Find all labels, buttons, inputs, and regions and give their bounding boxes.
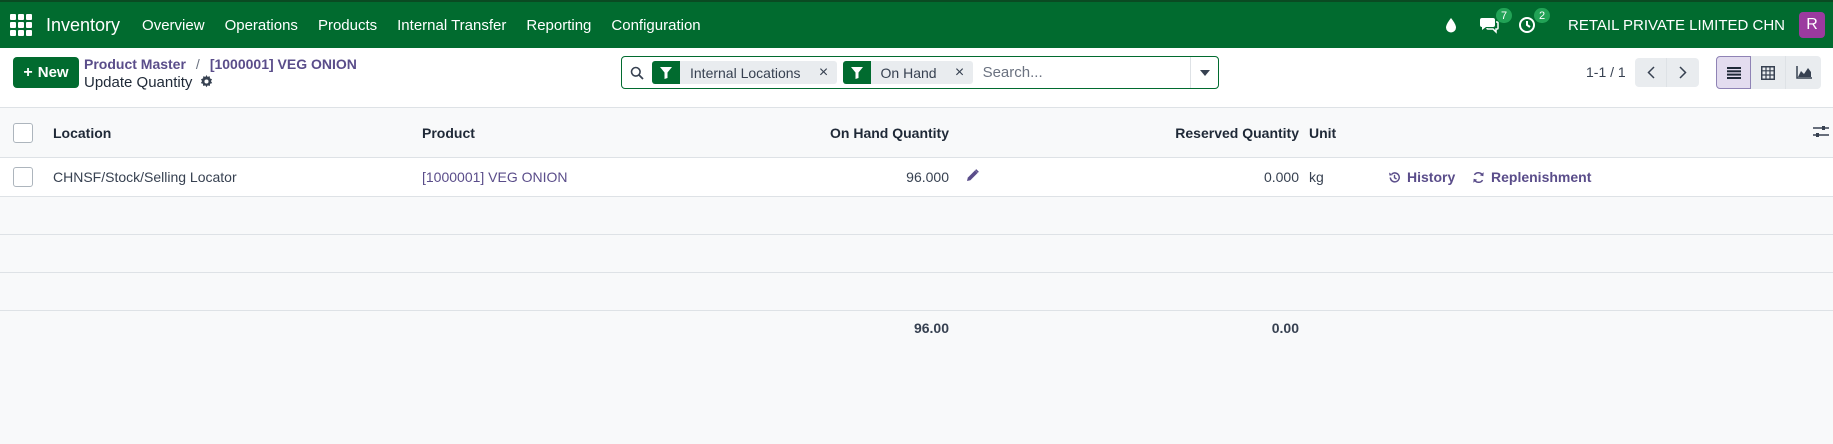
column-header-on-hand[interactable]: On Hand Quantity — [830, 125, 949, 141]
breadcrumb: Product Master / [1000001] VEG ONION Upd… — [84, 56, 357, 91]
search-input[interactable] — [978, 57, 1190, 88]
cell-reserved: 0.000 — [1263, 169, 1299, 185]
empty-row — [0, 197, 1833, 235]
menu-overview[interactable]: Overview — [142, 17, 205, 34]
total-on-hand: 96.00 — [913, 319, 949, 336]
facet-remove-icon[interactable]: × — [946, 61, 973, 84]
menu-operations[interactable]: Operations — [225, 17, 298, 34]
page-title: Update Quantity — [84, 74, 193, 91]
top-navbar: Inventory Overview Operations Products I… — [0, 0, 1833, 48]
clock-icon[interactable]: 2 — [1516, 8, 1551, 36]
table-row[interactable]: CHNSF/Stock/Selling Locator [1000001] VE… — [0, 158, 1833, 197]
table-totals-row: 96.00 0.00 — [0, 311, 1833, 344]
facet-internal-locations: Internal Locations × — [652, 61, 837, 84]
activities-badge: 2 — [1534, 8, 1551, 23]
filter-icon — [652, 61, 680, 84]
breadcrumb-separator: / — [195, 56, 200, 72]
pager-value[interactable]: 1-1 / 1 — [1586, 64, 1626, 80]
cell-unit: kg — [1309, 169, 1324, 185]
search-options-chevron-down-icon[interactable] — [1190, 57, 1218, 88]
breadcrumb-product[interactable]: [1000001] VEG ONION — [210, 56, 357, 72]
menu-internal-transfer[interactable]: Internal Transfer — [397, 17, 506, 34]
menu-products[interactable]: Products — [318, 17, 377, 34]
pager-buttons — [1635, 58, 1699, 87]
replenishment-button[interactable]: Replenishment — [1472, 169, 1591, 185]
new-button[interactable]: + New — [13, 57, 79, 88]
column-header-location[interactable]: Location — [53, 125, 111, 141]
company-switcher[interactable]: RETAIL PRIVATE LIMITED CHN — [1568, 17, 1785, 34]
chat-icon[interactable]: 7 — [1478, 8, 1513, 36]
search-bar: Internal Locations × On Hand × — [621, 56, 1219, 89]
total-reserved: 0.00 — [1271, 319, 1299, 336]
empty-row — [0, 273, 1833, 311]
refresh-icon — [1473, 171, 1484, 183]
pencil-icon[interactable] — [966, 169, 979, 185]
column-header-reserved[interactable]: Reserved Quantity — [1175, 125, 1299, 141]
breadcrumb-product-master[interactable]: Product Master — [84, 56, 186, 72]
history-label: History — [1407, 169, 1456, 185]
filter-icon — [842, 61, 871, 84]
facet-label: On Hand — [870, 61, 947, 84]
plus-icon: + — [23, 63, 33, 81]
main-menu: Overview Operations Products Internal Tr… — [142, 17, 721, 34]
list-table: Location Product On Hand Quantity Reserv… — [0, 108, 1833, 444]
select-all-checkbox[interactable] — [13, 122, 33, 143]
menu-reporting[interactable]: Reporting — [526, 17, 591, 34]
column-header-product[interactable]: Product — [422, 125, 475, 141]
messages-badge: 7 — [1496, 8, 1513, 23]
replenishment-label: Replenishment — [1491, 169, 1592, 185]
chevron-left-icon[interactable] — [1635, 58, 1667, 87]
cell-on-hand[interactable]: 96.000 — [906, 169, 949, 185]
control-panel: + New Product Master / [1000001] VEG ONI… — [0, 48, 1833, 108]
view-switcher — [1716, 56, 1821, 89]
facet-on-hand: On Hand × — [842, 61, 973, 84]
list-view-icon[interactable] — [1716, 56, 1751, 89]
history-icon — [1389, 171, 1400, 183]
pivot-view-icon[interactable] — [1751, 56, 1786, 89]
chevron-right-icon[interactable] — [1667, 58, 1699, 87]
apps-grid-icon[interactable] — [10, 14, 32, 36]
empty-row — [0, 235, 1833, 273]
cell-location: CHNSF/Stock/Selling Locator — [53, 169, 237, 185]
facet-remove-icon[interactable]: × — [810, 61, 837, 84]
table-header-row: Location Product On Hand Quantity Reserv… — [0, 108, 1833, 158]
graph-view-icon[interactable] — [1786, 56, 1821, 89]
menu-configuration[interactable]: Configuration — [611, 17, 700, 34]
column-header-unit[interactable]: Unit — [1309, 125, 1336, 141]
gear-icon[interactable] — [200, 74, 213, 91]
app-brand[interactable]: Inventory — [46, 15, 120, 36]
cell-product-link[interactable]: [1000001] VEG ONION — [422, 169, 568, 185]
optional-columns-sliders-icon[interactable] — [1813, 124, 1829, 141]
navbar-systray: 7 2 RETAIL PRIVATE LIMITED CHN R — [1424, 2, 1825, 48]
droplet-icon[interactable] — [1440, 14, 1462, 36]
history-button[interactable]: History — [1388, 169, 1455, 185]
user-avatar[interactable]: R — [1799, 12, 1825, 38]
new-button-label: New — [37, 64, 69, 81]
row-checkbox[interactable] — [13, 167, 33, 187]
search-icon[interactable] — [622, 66, 652, 80]
facet-label: Internal Locations — [680, 61, 811, 84]
